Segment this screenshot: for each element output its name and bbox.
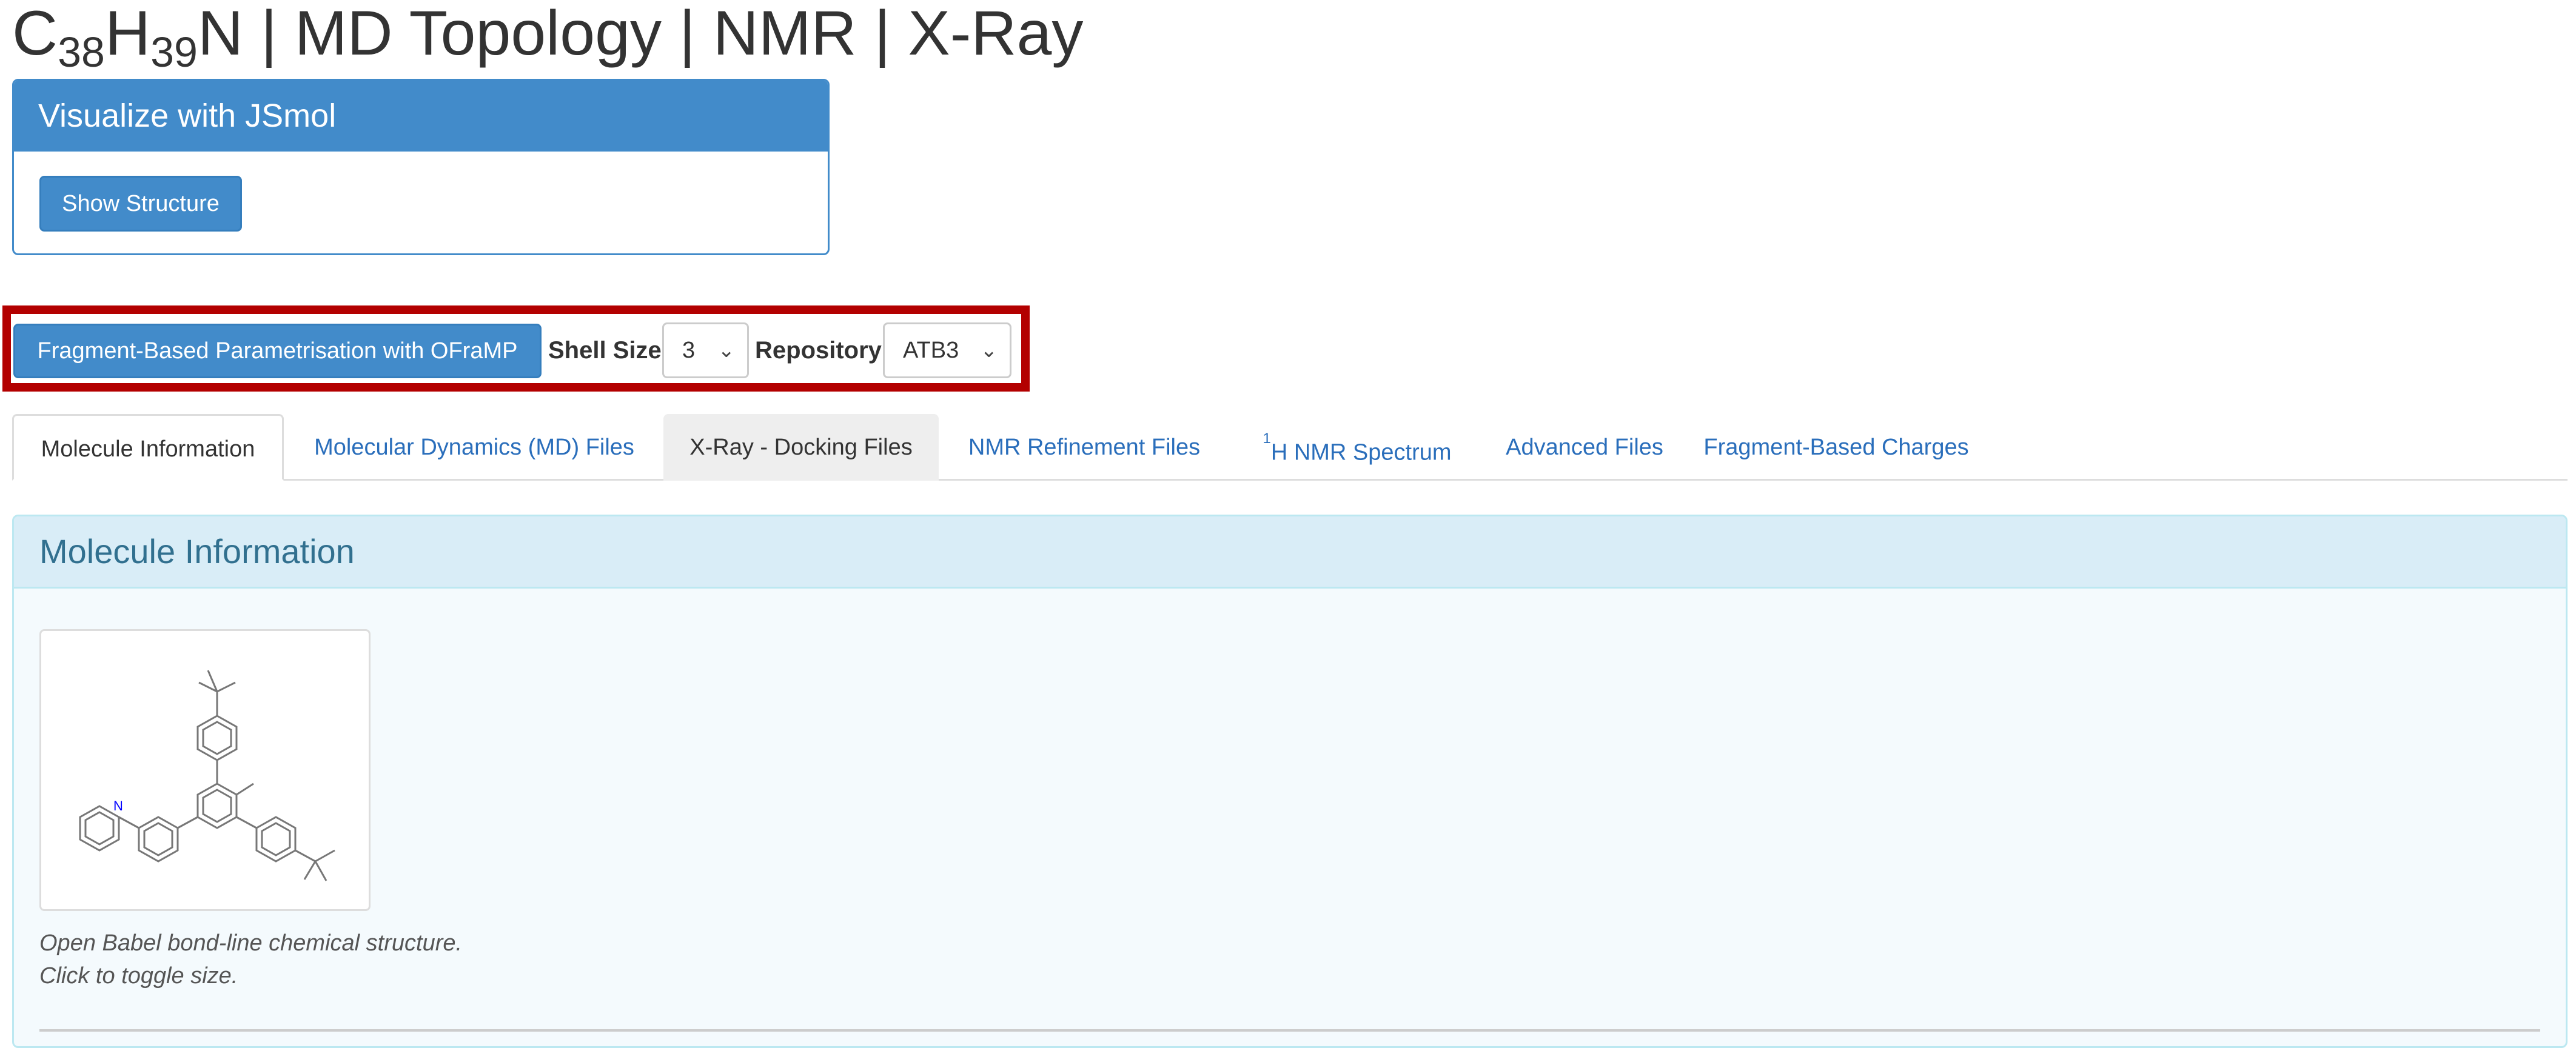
tab-1h-nmr-spectrum[interactable]: 1H NMR Spectrum [1230, 414, 1484, 481]
tab-label: X-Ray - Docking Files [689, 435, 913, 460]
repository-value: ATB3 [903, 338, 959, 363]
structure-thumbnail[interactable]: N [39, 629, 371, 911]
tab-label: Fragment-Based Charges [1703, 435, 1969, 460]
tab-fragment-based-charges[interactable]: Fragment-Based Charges [1685, 414, 1988, 481]
tab-md-files[interactable]: Molecular Dynamics (MD) Files [286, 414, 663, 481]
title-rest: N | MD Topology | NMR | X-Ray [197, 0, 1084, 68]
tab-label-superscript: 1 [1263, 430, 1271, 447]
chemical-structure-image: N [79, 670, 335, 881]
shell-size-value: 3 [682, 338, 696, 363]
tab-xray-docking-files[interactable]: X-Ray - Docking Files [663, 414, 939, 481]
structure-caption-line1: Open Babel bond-line chemical structure. [39, 930, 463, 956]
molecule-information-heading: Molecule Information [14, 516, 2566, 589]
tab-label: Molecular Dynamics (MD) Files [314, 435, 634, 460]
chevron-down-icon: ⌄ [717, 339, 736, 362]
shell-size-label: Shell Size [548, 337, 662, 364]
tab-label: Molecule Information [41, 436, 255, 462]
jsmol-panel: Visualize with JSmol Show Structure [12, 79, 830, 255]
page-title: C38H39N | MD Topology | NMR | X-Ray [12, 0, 1084, 76]
tab-molecule-information[interactable]: Molecule Information [12, 414, 284, 481]
formula-carbon: C [12, 0, 58, 68]
show-structure-button[interactable]: Show Structure [39, 176, 242, 232]
repository-label: Repository [755, 337, 882, 364]
structure-caption-line2: Click to toggle size. [39, 963, 238, 989]
molecule-information-panel: Molecule Information N Open Babel bond-l… [12, 515, 2568, 1048]
repository-select[interactable]: ATB3 ⌄ [883, 322, 1011, 378]
formula-carbon-count: 38 [58, 28, 105, 76]
oframp-parametrisation-button[interactable]: Fragment-Based Parametrisation with OFra… [13, 324, 542, 378]
chevron-down-icon: ⌄ [980, 339, 998, 362]
jsmol-panel-heading: Visualize with JSmol [14, 81, 828, 152]
tab-label: Advanced Files [1506, 435, 1663, 460]
formula-hydrogen-count: 39 [150, 28, 198, 76]
tab-label: H NMR Spectrum [1270, 439, 1452, 466]
tab-advanced-files[interactable]: Advanced Files [1484, 414, 1685, 481]
nitrogen-atom-label: N [113, 798, 123, 813]
tab-label: NMR Refinement Files [968, 435, 1201, 460]
formula-hydrogen: H [104, 0, 151, 68]
tab-nmr-refinement-files[interactable]: NMR Refinement Files [939, 414, 1230, 481]
shell-size-select[interactable]: 3 ⌄ [662, 322, 749, 378]
section-divider [39, 1029, 2540, 1032]
